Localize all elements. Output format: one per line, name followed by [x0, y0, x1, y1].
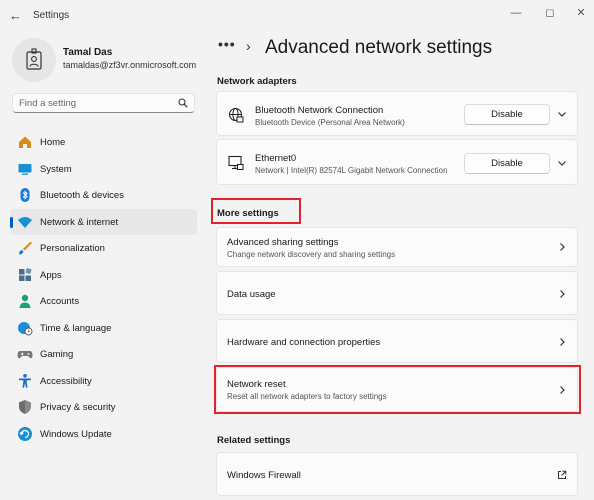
- id-badge-icon: [26, 48, 42, 70]
- minimize-icon[interactable]: —: [509, 6, 523, 20]
- sidebar-item-label: Apps: [40, 269, 62, 281]
- adapter-description: Bluetooth Device (Personal Area Network): [255, 118, 405, 127]
- chevron-right-icon: [560, 338, 565, 346]
- brush-icon: [19, 241, 32, 255]
- row-title: Data usage: [227, 289, 276, 300]
- adapter-name: Ethernet0: [255, 153, 297, 164]
- sidebar-nav: Home System Bluetooth & devices Network …: [10, 129, 197, 447]
- search-box[interactable]: [12, 93, 195, 113]
- adapter-card-ethernet[interactable]: Ethernet0 Network | Intel(R) 82574L Giga…: [216, 139, 578, 185]
- settings-row-windows-firewall[interactable]: Windows Firewall: [216, 452, 578, 496]
- sidebar-item-system[interactable]: System: [10, 156, 197, 183]
- shield-icon: [19, 400, 31, 414]
- section-related-settings: Related settings: [217, 435, 291, 446]
- bluetooth-icon: [20, 188, 30, 202]
- sidebar-item-accessibility[interactable]: Accessibility: [10, 368, 197, 395]
- title-bar: ← Settings — ◻ ✕: [0, 0, 594, 32]
- accessibility-icon: [19, 373, 31, 388]
- sidebar-item-label: Home: [40, 137, 66, 148]
- avatar[interactable]: [12, 38, 56, 82]
- globe-network-icon: [228, 107, 244, 123]
- wifi-icon: [18, 216, 32, 228]
- sidebar-item-personalization[interactable]: Personalization: [10, 235, 197, 262]
- sidebar-item-label: Privacy & security: [40, 402, 116, 413]
- settings-row-data-usage[interactable]: Data usage: [216, 271, 578, 315]
- maximize-icon[interactable]: ◻: [543, 6, 557, 20]
- update-icon: [18, 426, 32, 441]
- external-link-icon: [558, 470, 567, 479]
- active-indicator: [10, 216, 13, 228]
- page-title: Advanced network settings: [265, 37, 493, 58]
- sidebar-item-label: Windows Update: [40, 428, 112, 440]
- back-arrow-icon[interactable]: ←: [9, 9, 23, 23]
- row-title: Windows Firewall: [227, 470, 301, 481]
- disable-button[interactable]: Disable: [464, 153, 550, 174]
- sidebar-item-label: Bluetooth & devices: [40, 190, 124, 201]
- sidebar-item-bluetooth[interactable]: Bluetooth & devices: [10, 182, 197, 209]
- adapter-description: Network | Intel(R) 82574L Gigabit Networ…: [255, 166, 448, 175]
- user-name: Tamal Das: [63, 47, 113, 58]
- sidebar-item-network[interactable]: Network & internet: [10, 208, 197, 235]
- row-title: Advanced sharing settings: [227, 237, 339, 248]
- monitor-icon: [18, 163, 32, 175]
- chevron-right-icon: [560, 386, 565, 394]
- chevron-right-icon: [560, 243, 565, 251]
- gamepad-icon: [17, 351, 33, 359]
- sidebar-item-label: Gaming: [40, 349, 74, 360]
- sidebar-item-home[interactable]: Home: [10, 129, 197, 156]
- chevron-down-icon[interactable]: [557, 109, 567, 119]
- sidebar-item-label: Accessibility: [40, 375, 92, 387]
- row-title: Hardware and connection properties: [227, 337, 381, 348]
- adapter-name: Bluetooth Network Connection: [255, 105, 384, 116]
- section-network-adapters: Network adapters: [217, 76, 297, 87]
- globe-clock-icon: [18, 321, 33, 335]
- breadcrumb-separator-icon: ›: [246, 38, 251, 54]
- app-title: Settings: [33, 10, 70, 21]
- section-more-settings: More settings: [217, 208, 279, 219]
- chevron-down-icon[interactable]: [557, 158, 567, 168]
- sidebar-item-label: Accounts: [40, 296, 80, 307]
- disable-button[interactable]: Disable: [464, 104, 550, 125]
- sidebar-item-windows-update[interactable]: Windows Update: [10, 421, 197, 448]
- settings-row-hardware-properties[interactable]: Hardware and connection properties: [216, 319, 578, 363]
- close-icon[interactable]: ✕: [574, 6, 588, 20]
- row-title: Network reset: [227, 379, 286, 390]
- sidebar-item-time-language[interactable]: Time & language: [10, 315, 197, 342]
- adapter-card-bluetooth[interactable]: Bluetooth Network Connection Bluetooth D…: [216, 91, 578, 136]
- search-icon[interactable]: [178, 98, 188, 108]
- sidebar-item-label: Personalization: [40, 243, 105, 254]
- sidebar-item-gaming[interactable]: Gaming: [10, 341, 197, 368]
- sidebar-item-apps[interactable]: Apps: [10, 262, 197, 289]
- apps-icon: [19, 267, 32, 281]
- sidebar-item-accounts[interactable]: Accounts: [10, 288, 197, 315]
- breadcrumb-more-button[interactable]: •••: [218, 36, 236, 52]
- home-icon: [19, 136, 31, 148]
- sidebar-item-label: Network & internet: [40, 216, 119, 228]
- sidebar-item-label: Time & language: [40, 322, 112, 334]
- search-input[interactable]: [19, 97, 174, 110]
- sidebar-item-label: System: [40, 163, 72, 175]
- user-email: tamaldas@zf3vr.onmicrosoft.com: [63, 60, 197, 70]
- settings-row-advanced-sharing[interactable]: Advanced sharing settings Change network…: [216, 227, 578, 267]
- person-icon: [19, 294, 31, 308]
- row-subtitle: Change network discovery and sharing set…: [227, 250, 396, 259]
- settings-row-network-reset[interactable]: Network reset Reset all network adapters…: [216, 367, 578, 412]
- ethernet-icon: [228, 155, 244, 170]
- sidebar-item-privacy[interactable]: Privacy & security: [10, 394, 197, 421]
- chevron-right-icon: [560, 290, 565, 298]
- row-subtitle: Reset all network adapters to factory se…: [227, 392, 387, 401]
